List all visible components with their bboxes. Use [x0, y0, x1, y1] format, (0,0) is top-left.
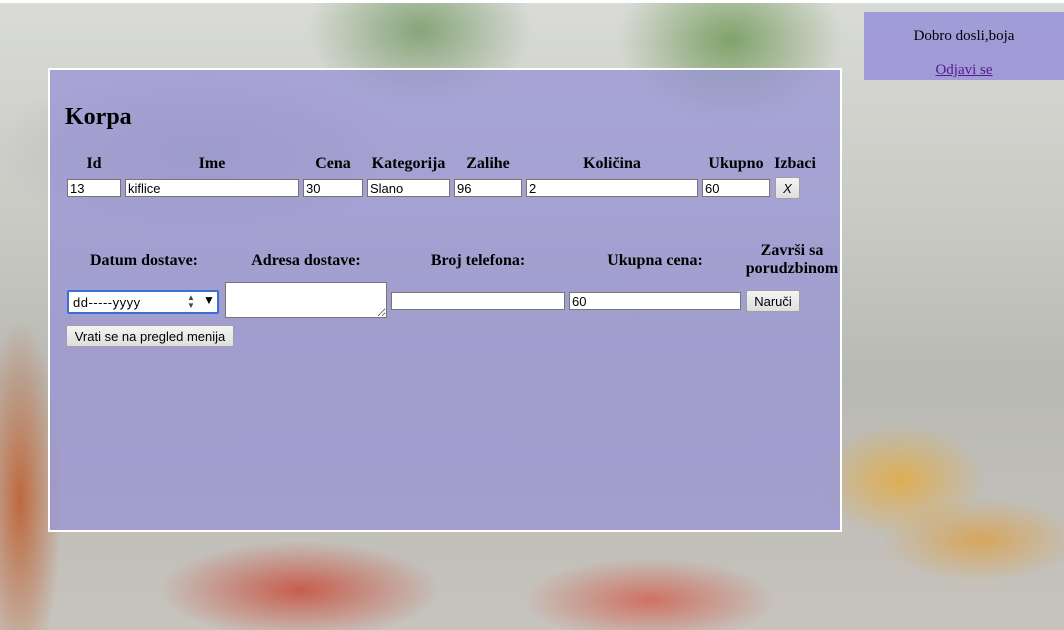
column-header-kolicina: Količina [583, 155, 641, 172]
remove-item-button[interactable]: X [775, 177, 800, 199]
ukupna-cena-label: Ukupna cena: [607, 252, 703, 269]
column-header-cena: Cena [315, 155, 351, 172]
column-header-ukupno: Ukupno [708, 155, 764, 172]
column-header-zalihe: Zalihe [466, 155, 510, 172]
broj-telefona-field[interactable] [391, 292, 565, 310]
broj-telefona-label: Broj telefona: [430, 252, 526, 269]
datum-dostave-label: Datum dostave: [90, 252, 198, 269]
ime-field[interactable] [125, 179, 299, 197]
column-header-id: Id [86, 155, 102, 172]
zavrsi-label: Završi sa porudzbinom [742, 242, 842, 278]
column-header-kategorija: Kategorija [371, 155, 446, 172]
welcome-text: Dobro dosli,boja [913, 28, 1015, 44]
column-header-ime: Ime [198, 155, 226, 172]
ukupna-cena-field[interactable] [569, 292, 741, 310]
welcome-box: Dobro dosli,boja Odjavi se [864, 12, 1064, 80]
naruci-button[interactable]: Naruči [746, 290, 800, 312]
date-dropdown-icon[interactable]: ▼ [203, 293, 215, 307]
back-to-menu-button[interactable]: Vrati se na pregled menija [66, 325, 234, 347]
adresa-dostave-label: Adresa dostave: [251, 252, 361, 269]
zavrsi-label-line1: Završi sa [760, 242, 824, 259]
id-field[interactable] [67, 179, 121, 197]
ukupno-field[interactable] [702, 179, 770, 197]
date-spinner-icon[interactable]: ▲ ▼ [187, 294, 195, 310]
column-header-izbaci: Izbaci [774, 155, 816, 172]
kolicina-field[interactable] [526, 179, 698, 197]
adresa-dostave-field[interactable] [225, 282, 387, 318]
cena-field[interactable] [303, 179, 363, 197]
date-placeholder: dd-----yyyy [73, 295, 141, 310]
top-border [0, 0, 1064, 3]
kategorija-field[interactable] [367, 179, 450, 197]
logout-link[interactable]: Odjavi se [864, 62, 1064, 79]
zavrsi-label-line2: porudzbinom [745, 260, 839, 277]
zalihe-field[interactable] [454, 179, 522, 197]
datum-dostave-input[interactable]: dd-----yyyy ▲ ▼ ▼ [67, 290, 219, 314]
page-title: Korpa [65, 104, 132, 130]
